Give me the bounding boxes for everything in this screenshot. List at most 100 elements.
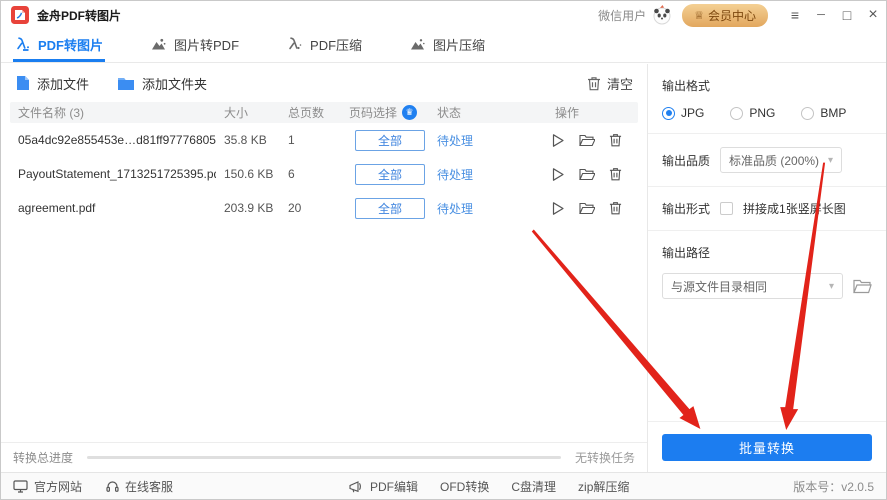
ofd-convert-link[interactable]: OFD转换 bbox=[440, 478, 489, 495]
tab-label: PDF转图片 bbox=[38, 37, 104, 53]
vip-feature-crown-icon: ♛ bbox=[402, 105, 418, 120]
user-name-label[interactable]: 微信用户 bbox=[598, 7, 646, 24]
format-option-jpg[interactable]: JPG bbox=[662, 106, 704, 120]
open-folder-icon[interactable] bbox=[579, 134, 595, 147]
add-file-icon bbox=[15, 75, 30, 91]
add-folder-icon bbox=[117, 76, 135, 91]
vip-center-button[interactable]: ♕ 会员中心 bbox=[682, 3, 768, 27]
list-toolbar: 添加文件 添加文件夹 清空 bbox=[1, 64, 647, 102]
play-convert-icon[interactable] bbox=[551, 201, 565, 216]
pdf-compress-icon bbox=[287, 37, 302, 51]
file-size: 203.9 KB bbox=[224, 201, 274, 215]
zip-extract-link[interactable]: zip解压缩 bbox=[578, 478, 629, 495]
page-select-button[interactable]: 全部 bbox=[355, 163, 425, 185]
page-select-button[interactable]: 全部 bbox=[355, 129, 425, 151]
table-row: 05a4dc92e855453e…d81ff97776805.pdf 35.8 … bbox=[10, 123, 638, 157]
output-path-section: 输出路径 与源文件目录相同 ▾ bbox=[648, 231, 886, 312]
add-folder-button[interactable]: 添加文件夹 bbox=[117, 74, 207, 93]
progress-track bbox=[87, 456, 561, 459]
browse-folder-button[interactable] bbox=[853, 279, 872, 294]
quality-value: 标准品质 (200%) bbox=[729, 153, 820, 168]
menu-button[interactable]: ≡ bbox=[782, 1, 808, 29]
user-avatar[interactable] bbox=[652, 5, 672, 25]
file-size: 35.8 KB bbox=[224, 133, 267, 147]
monitor-icon bbox=[13, 479, 28, 493]
col-page-select: 页码选择 ♛ bbox=[341, 104, 429, 121]
stitch-long-image-label: 拼接成1张竖屏长图 bbox=[743, 202, 846, 216]
c-drive-clean-link[interactable]: C盘清理 bbox=[511, 478, 556, 495]
online-support-link[interactable]: 在线客服 bbox=[106, 478, 173, 495]
play-convert-icon[interactable] bbox=[551, 167, 565, 182]
table-header: 文件名称 (3) 大小 总页数 页码选择 ♛ 状态 操作 bbox=[10, 102, 638, 123]
file-pages: 6 bbox=[288, 167, 295, 181]
output-path-value: 与源文件目录相同 bbox=[671, 279, 768, 294]
delete-icon[interactable] bbox=[609, 201, 622, 215]
add-file-label: 添加文件 bbox=[37, 76, 90, 92]
open-folder-icon[interactable] bbox=[579, 168, 595, 181]
radio-icon bbox=[730, 106, 744, 120]
status-label: 待处理 bbox=[437, 133, 474, 148]
output-form-section: 输出形式 拼接成1张竖屏长图 bbox=[648, 187, 886, 231]
stitch-long-image-checkbox[interactable] bbox=[720, 202, 734, 215]
tab-bar: PDF转图片 图片转PDF PDF压缩 图片压缩 bbox=[1, 29, 886, 63]
add-file-button[interactable]: 添加文件 bbox=[15, 74, 89, 93]
format-option-png[interactable]: PNG bbox=[730, 106, 775, 120]
app-logo-icon bbox=[11, 6, 29, 24]
vip-center-label: 会员中心 bbox=[707, 8, 756, 23]
chevron-down-icon: ▾ bbox=[827, 154, 834, 166]
page-select-button[interactable]: 全部 bbox=[355, 197, 425, 219]
clear-button[interactable]: 清空 bbox=[587, 74, 633, 93]
progress-label: 转换总进度 bbox=[13, 451, 74, 465]
open-folder-icon[interactable] bbox=[579, 202, 595, 215]
tab-label: 图片转PDF bbox=[174, 37, 240, 53]
minimize-button[interactable]: ─ bbox=[808, 1, 834, 29]
tab-image-to-pdf[interactable]: 图片转PDF bbox=[149, 29, 241, 62]
trash-icon bbox=[587, 76, 601, 91]
progress-bar-row: 转换总进度 无转换任务 bbox=[1, 442, 647, 472]
app-title: 金舟PDF转图片 bbox=[37, 8, 122, 23]
file-name: PayoutStatement_1713251725395.pdf bbox=[18, 167, 216, 181]
output-quality-label: 输出品质 bbox=[662, 153, 711, 168]
delete-icon[interactable] bbox=[609, 167, 622, 181]
pdf-to-image-icon bbox=[15, 37, 30, 51]
file-name: agreement.pdf bbox=[18, 201, 96, 215]
crown-icon: ♕ bbox=[694, 9, 704, 22]
tab-pdf-compress[interactable]: PDF压缩 bbox=[285, 29, 364, 62]
status-label: 待处理 bbox=[437, 201, 474, 216]
format-option-bmp[interactable]: BMP bbox=[801, 106, 846, 120]
tab-label: 图片压缩 bbox=[433, 37, 486, 53]
output-quality-section: 输出品质 标准品质 (200%) ▾ bbox=[648, 134, 886, 187]
app-window: 金舟PDF转图片 微信用户 ♕ 会员中心 ≡ ─ □ × PDF转图片 图片转P… bbox=[0, 0, 887, 500]
output-path-label: 输出路径 bbox=[662, 246, 711, 260]
official-site-link[interactable]: 官方网站 bbox=[13, 478, 82, 495]
play-convert-icon[interactable] bbox=[551, 133, 565, 148]
add-folder-label: 添加文件夹 bbox=[142, 76, 208, 92]
col-name: 文件名称 (3) bbox=[18, 106, 85, 120]
file-table: 文件名称 (3) 大小 总页数 页码选择 ♛ 状态 操作 05a4dc92e85… bbox=[10, 102, 638, 225]
tab-pdf-to-image[interactable]: PDF转图片 bbox=[13, 29, 106, 62]
quality-select[interactable]: 标准品质 (200%) ▾ bbox=[720, 147, 843, 173]
headset-icon bbox=[106, 480, 119, 493]
file-name: 05a4dc92e855453e…d81ff97776805.pdf bbox=[18, 133, 216, 147]
megaphone-icon bbox=[349, 480, 364, 493]
batch-convert-button[interactable]: 批量转换 bbox=[662, 434, 872, 461]
maximize-button[interactable]: □ bbox=[834, 1, 860, 29]
col-ops: 操作 bbox=[555, 106, 580, 120]
close-button[interactable]: × bbox=[860, 1, 886, 29]
file-size: 150.6 KB bbox=[224, 167, 274, 181]
promo-links: PDF编辑 OFD转换 C盘清理 zip解压缩 bbox=[349, 478, 629, 495]
output-format-section: 输出格式 JPG PNG BMP bbox=[648, 64, 886, 134]
convert-button-area: 批量转换 bbox=[648, 421, 886, 472]
table-row: PayoutStatement_1713251725395.pdf 150.6 … bbox=[10, 157, 638, 191]
output-path-select[interactable]: 与源文件目录相同 ▾ bbox=[662, 273, 843, 299]
file-pages: 1 bbox=[288, 133, 295, 147]
tab-label: PDF压缩 bbox=[310, 37, 363, 53]
tab-image-compress[interactable]: 图片压缩 bbox=[408, 29, 487, 62]
file-list-panel: 添加文件 添加文件夹 清空 文件名称 (3) 大小 总页数 页码选择 ♛ 状态 … bbox=[1, 64, 647, 472]
delete-icon[interactable] bbox=[609, 133, 622, 147]
clear-label: 清空 bbox=[606, 76, 633, 92]
radio-selected-icon bbox=[662, 106, 675, 120]
pdf-edit-link[interactable]: PDF编辑 bbox=[349, 478, 418, 495]
status-label: 待处理 bbox=[437, 167, 474, 182]
col-pages: 总页数 bbox=[288, 106, 325, 120]
